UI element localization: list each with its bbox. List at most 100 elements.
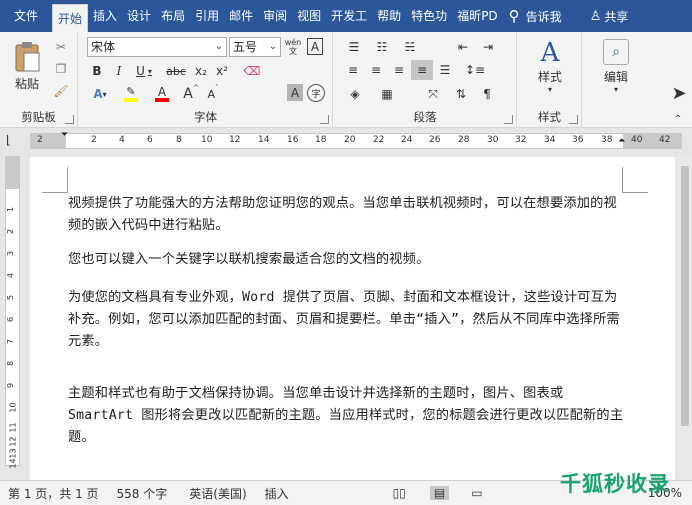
paragraph-launcher-icon[interactable]: [504, 115, 513, 124]
multilevel-list-icon[interactable]: ☵: [398, 37, 422, 57]
read-mode-icon[interactable]: ▯▯: [393, 486, 406, 500]
chevron-down-icon: ▾: [102, 89, 107, 99]
align-center-icon[interactable]: ≡: [365, 60, 387, 80]
paragraph-3[interactable]: 为使您的文档具有专业外观，Word 提供了页眉、页脚、封面和文本框设计，这些设计…: [68, 287, 628, 353]
tab-file[interactable]: 文件: [0, 0, 52, 32]
tab-review[interactable]: 审阅: [258, 0, 292, 32]
vruler-number: 9: [6, 382, 16, 389]
insert-mode[interactable]: 插入: [265, 485, 289, 502]
subscript-label: x₂: [195, 64, 207, 78]
font-launcher-icon[interactable]: [320, 115, 329, 124]
right-indent-marker[interactable]: ⏶: [618, 136, 625, 146]
tab-mailings[interactable]: 邮件: [224, 0, 258, 32]
tab-layout[interactable]: 布局: [156, 0, 190, 32]
vruler-number: 8: [6, 360, 16, 367]
tab-foxit-pdf[interactable]: 福昕PD: [452, 0, 502, 32]
font-name-select[interactable]: 宋体 ⌄: [87, 37, 227, 57]
format-painter-icon[interactable]: 🖌: [52, 82, 70, 100]
paragraph-2[interactable]: 您也可以键入一个关键字以联机搜索最适合您的文档的视频。: [68, 249, 628, 271]
bullets-icon[interactable]: ☰: [342, 37, 366, 57]
tab-features[interactable]: 特色功: [406, 0, 452, 32]
scrollbar-thumb[interactable]: [681, 166, 689, 426]
numbering-icon[interactable]: ☷: [370, 37, 394, 57]
tab-developer[interactable]: 开发工: [326, 0, 372, 32]
document-area[interactable]: 视频提供了功能强大的方法帮助您证明您的观点。当您单击联机视频时，可以在想要添加的…: [22, 153, 692, 480]
tab-help[interactable]: 帮助: [372, 0, 406, 32]
web-layout-icon[interactable]: ▭: [471, 486, 482, 500]
tab-references[interactable]: 引用: [190, 0, 224, 32]
vruler-number: 5: [6, 294, 16, 301]
align-left-icon[interactable]: ≡: [342, 60, 364, 80]
editing-button[interactable]: ⌕ 编辑 ▾: [593, 36, 639, 96]
collapse-ribbon-icon[interactable]: ⌃: [670, 112, 686, 126]
font-size-select[interactable]: 五号 ⌄: [229, 37, 281, 57]
char-border-button[interactable]: A: [307, 38, 323, 55]
font-group: 宋体 ⌄ 五号 ⌄ wén 文 A B I U ▾ abc x₂ x² ⌫ A …: [79, 32, 333, 128]
ruler-number: 36: [572, 135, 584, 145]
print-layout-icon[interactable]: ▤: [429, 486, 450, 500]
highlight-color-bar: [124, 98, 138, 102]
tab-design[interactable]: 设计: [122, 0, 156, 32]
strikethrough-button[interactable]: abc: [163, 61, 189, 81]
grow-font-button[interactable]: A ^: [181, 84, 201, 104]
phonetic-guide-icon[interactable]: wén 文: [284, 37, 302, 57]
enclose-char-icon[interactable]: 字: [307, 84, 325, 102]
paste-button[interactable]: 粘贴: [8, 38, 46, 94]
tab-view[interactable]: 视图: [292, 0, 326, 32]
vruler-number: 14: [8, 458, 18, 469]
superscript-button[interactable]: x²: [212, 61, 232, 81]
underline-button[interactable]: U ▾: [131, 61, 157, 81]
ruler-number: 16: [287, 135, 299, 145]
justify-icon[interactable]: ≡: [411, 60, 433, 80]
subscript-button[interactable]: x₂: [191, 61, 211, 81]
italic-button[interactable]: I: [109, 61, 129, 81]
cut-icon[interactable]: ✂: [52, 38, 70, 56]
decrease-indent-icon[interactable]: ⇤: [452, 37, 474, 57]
horizontal-ruler[interactable]: ⌊ 2 ⏷ 2 4 6 8 10 12 14 16 18 20 22 24 26…: [0, 129, 692, 153]
vruler-number: 13: [8, 448, 18, 459]
share-button[interactable]: ♙ 共享: [590, 8, 629, 25]
editing-button-label: 编辑: [603, 69, 628, 84]
tell-me-box[interactable]: ⚲ 告诉我: [509, 7, 562, 25]
sort-icon[interactable]: ⇅: [450, 84, 472, 104]
paragraph-4[interactable]: 主题和样式也有助于文档保持协调。当您单击设计并选择新的主题时，图片、图表或 Sm…: [68, 383, 628, 449]
line-spacing-icon[interactable]: ↕≡: [462, 60, 488, 80]
ruler-number: 38: [601, 135, 613, 145]
ruler-number: 12: [229, 135, 241, 145]
distribute-icon[interactable]: ☰: [434, 60, 456, 80]
clear-formatting-icon[interactable]: ⌫: [241, 61, 263, 81]
word-count[interactable]: 558 个字: [117, 485, 168, 502]
copy-icon[interactable]: ❐: [52, 60, 70, 78]
document-page[interactable]: 视频提供了功能强大的方法帮助您证明您的观点。当您单击联机视频时，可以在想要添加的…: [30, 157, 675, 480]
magnifier-icon: ⌕: [603, 38, 629, 65]
paragraph-1[interactable]: 视频提供了功能强大的方法帮助您证明您的观点。当您单击联机视频时，可以在想要添加的…: [68, 193, 628, 237]
clipboard-launcher-icon[interactable]: [65, 115, 74, 124]
page-count[interactable]: 第 1 页，共 1 页: [8, 485, 99, 502]
vertical-ruler[interactable]: 1 2 3 4 5 6 7 8 9 10 11 12 13 14: [5, 156, 20, 469]
ruler-number: 22: [373, 135, 385, 145]
ruler-track: 2 ⏷ 2 4 6 8 10 12 14 16 18 20 22 24 26 2…: [30, 130, 682, 149]
font-color-button[interactable]: A: [149, 84, 175, 104]
tab-selector-icon[interactable]: ⌊: [6, 133, 20, 147]
text-effects-button[interactable]: A ▾: [87, 84, 113, 104]
chinese-layout-icon[interactable]: ⤧: [420, 84, 446, 104]
borders-icon[interactable]: ▦: [374, 84, 400, 104]
highlight-button[interactable]: ✎: [117, 84, 145, 104]
language-status[interactable]: 英语(美国): [189, 485, 246, 502]
increase-indent-icon[interactable]: ⇥: [477, 37, 499, 57]
styles-button[interactable]: A 样式 ▾: [528, 36, 572, 96]
bold-button[interactable]: B: [87, 61, 107, 81]
styles-launcher-icon[interactable]: [569, 115, 578, 124]
vruler-number: 12: [8, 436, 18, 447]
vertical-scrollbar[interactable]: [678, 156, 692, 480]
grow-font-label: A: [183, 86, 193, 102]
first-line-indent-marker[interactable]: ⏷: [61, 130, 68, 140]
tab-insert[interactable]: 插入: [88, 0, 122, 32]
tab-home[interactable]: 开始: [52, 4, 89, 32]
shrink-font-button[interactable]: Aˇ: [203, 84, 223, 104]
char-shading-icon[interactable]: A: [287, 84, 303, 101]
shading-icon[interactable]: ◈: [342, 84, 368, 104]
styles-button-label: 样式: [537, 70, 562, 84]
show-marks-icon[interactable]: ¶: [476, 84, 498, 104]
align-right-icon[interactable]: ≡: [388, 60, 410, 80]
